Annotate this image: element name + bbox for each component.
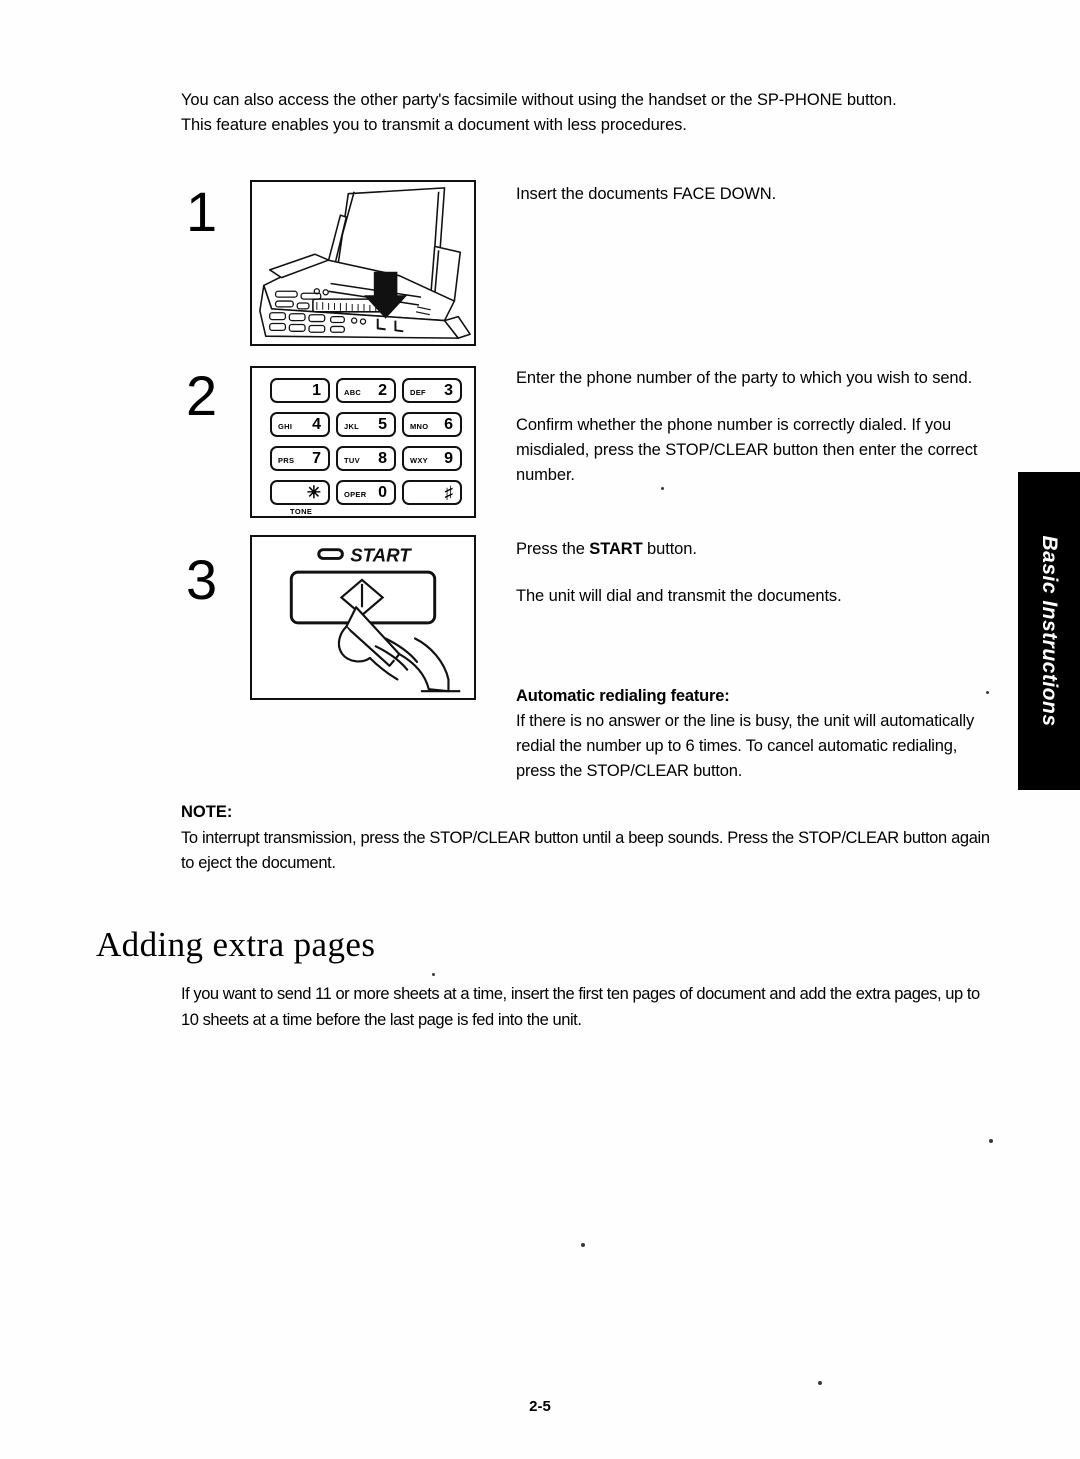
step-number-1: 1 — [186, 180, 218, 243]
key-3-digit: 3 — [444, 381, 453, 399]
key-8[interactable]: TUV 8 — [336, 446, 396, 471]
key-6-digit: 6 — [444, 415, 453, 433]
step-3-paragraph-2: The unit will dial and transmit the docu… — [516, 587, 842, 605]
key-0-digit: 0 — [378, 483, 387, 501]
key-5-digit: 5 — [378, 415, 387, 433]
key-8-digit: 8 — [378, 449, 387, 467]
section-body: If you want to send 11 or more sheets at… — [181, 985, 980, 1029]
led-indicator — [317, 548, 344, 560]
key-4-digit: 4 — [312, 415, 321, 433]
key-7[interactable]: PRS 7 — [270, 446, 330, 471]
step-2-text: Enter the phone number of the party to w… — [516, 366, 986, 488]
key-7-digit: 7 — [312, 449, 321, 467]
fax-machine-drawing — [259, 187, 471, 339]
key-2[interactable]: ABC 2 — [336, 378, 396, 403]
key-3-letters: DEF — [410, 388, 426, 397]
start-label: START — [350, 544, 412, 565]
scan-speck — [432, 973, 435, 976]
key-4[interactable]: GHI 4 — [270, 412, 330, 437]
step-2-paragraph-2: Confirm whether the phone number is corr… — [516, 416, 978, 484]
key-6-letters: MNO — [410, 422, 429, 431]
side-tab-basic-instructions: Basic Instructions — [1018, 472, 1080, 790]
step-3-text: Press the START button. The unit will di… — [516, 537, 986, 609]
page-title: Adding extra pages — [96, 925, 376, 964]
key-0[interactable]: OPER 0 — [336, 480, 396, 505]
key-9-letters: WXY — [410, 456, 428, 465]
key-asterisk[interactable]: ✳ — [270, 480, 330, 505]
tone-label: TONE — [290, 507, 313, 516]
scan-speck — [300, 128, 303, 131]
illustration-keypad: 1 ABC 2 DEF 3 GHI 4 JKL 5 MNO 6 PRS 7 TU… — [250, 366, 476, 518]
side-tab-label: Basic Instructions — [1038, 535, 1061, 727]
scan-speck — [818, 1381, 822, 1385]
step-number-2: 2 — [186, 364, 218, 427]
redialing-heading: Automatic redialing feature: — [516, 687, 730, 705]
key-3[interactable]: DEF 3 — [402, 378, 462, 403]
asterisk-icon: ✳ — [306, 483, 321, 502]
hash-icon: ♯ — [444, 483, 454, 502]
key-6[interactable]: MNO 6 — [402, 412, 462, 437]
intro-line-2: button. — [846, 91, 897, 109]
key-9-digit: 9 — [444, 449, 453, 467]
automatic-redialing-block: Automatic redialing feature: If there is… — [516, 684, 986, 784]
scan-speck — [661, 487, 664, 490]
key-4-letters: GHI — [278, 422, 293, 431]
key-5[interactable]: JKL 5 — [336, 412, 396, 437]
intro-line-3: This feature enables you to transmit a d… — [181, 116, 687, 134]
step-3-before: Press the — [516, 540, 590, 558]
illustration-fax-machine — [250, 180, 476, 346]
key-0-letters: OPER — [344, 490, 367, 499]
note-body: To interrupt transmission, press the STO… — [181, 828, 990, 873]
key-hash[interactable]: ♯ — [402, 480, 462, 505]
step-1-text: Insert the documents FACE DOWN. — [516, 182, 986, 207]
key-2-letters: ABC — [344, 388, 362, 397]
key-9[interactable]: WXY 9 — [402, 446, 462, 471]
illustration-start-button: START — [250, 535, 476, 700]
step-3-paragraph-1: Press the START button. — [516, 537, 986, 562]
key-8-letters: TUV — [344, 456, 360, 465]
key-1-digit: 1 — [312, 381, 321, 399]
start-button-drawing: START — [289, 544, 461, 693]
page-number: 2-5 — [529, 1398, 551, 1415]
key-7-letters: PRS — [278, 456, 295, 465]
note-block: NOTE: To interrupt transmission, press t… — [181, 800, 991, 877]
key-5-letters: JKL — [344, 422, 360, 431]
scan-speck — [581, 1243, 585, 1247]
step-3-bold-start: START — [589, 540, 643, 558]
step-2-paragraph-1: Enter the phone number of the party to w… — [516, 369, 973, 387]
step-number-3: 3 — [186, 548, 218, 611]
step-1-instruction: Insert the documents FACE DOWN. — [516, 185, 777, 203]
scan-speck — [986, 691, 989, 694]
step-3-after: button. — [642, 540, 697, 558]
key-1[interactable]: 1 — [270, 378, 330, 403]
intro-line-1: You can also access the other party's fa… — [181, 91, 843, 109]
manual-page: You can also access the other party's fa… — [0, 0, 1080, 1459]
redialing-body: If there is no answer or the line is bus… — [516, 712, 974, 780]
note-heading: NOTE: — [181, 803, 233, 821]
keypad-grid: 1 ABC 2 DEF 3 GHI 4 JKL 5 MNO 6 PRS 7 TU… — [270, 378, 462, 505]
key-2-digit: 2 — [378, 381, 387, 399]
scan-speck — [989, 1139, 993, 1143]
